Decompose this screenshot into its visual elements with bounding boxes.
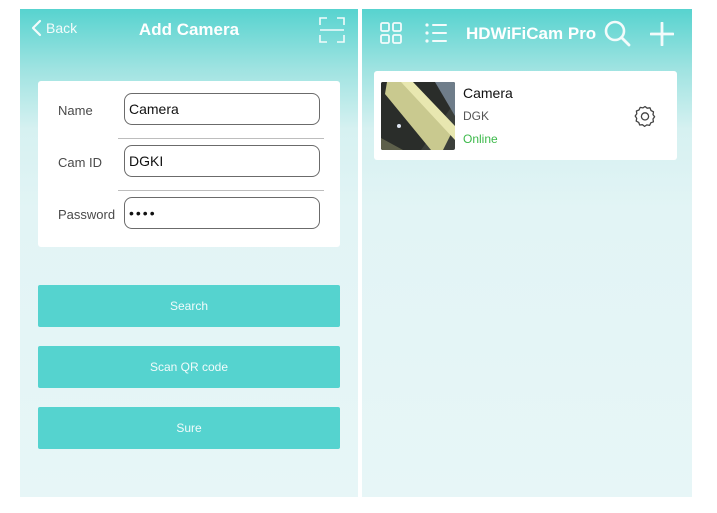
name-label: Name [58, 103, 93, 118]
add-camera-screen: Back Add Camera Name Camera Cam ID DGKI … [20, 9, 358, 497]
cam-id-field[interactable]: DGKI [124, 145, 320, 177]
search-button[interactable]: Search [38, 285, 340, 327]
scan-frame-icon[interactable] [318, 16, 346, 44]
settings-gear-icon[interactable] [633, 104, 657, 128]
password-field[interactable]: •••• [124, 197, 320, 229]
camera-thumbnail[interactable] [381, 82, 455, 150]
cam-id-label: Cam ID [58, 155, 103, 170]
camera-list-screen: HDWiFiCam Pro Camera DGK Online [362, 9, 692, 497]
name-row: Name Camera [38, 85, 340, 137]
camera-list-item[interactable]: Camera DGK Online [374, 71, 677, 160]
camera-name: Camera [463, 85, 513, 101]
grid-view-icon[interactable] [379, 21, 403, 45]
password-row: Password •••• [38, 189, 340, 241]
add-icon[interactable] [650, 22, 674, 46]
camera-status: Online [463, 132, 498, 146]
password-label: Password [58, 207, 116, 222]
search-icon[interactable] [603, 19, 631, 47]
camera-id: DGK [463, 109, 490, 123]
scan-qr-code-button[interactable]: Scan QR code [38, 346, 340, 388]
sure-button[interactable]: Sure [38, 407, 340, 449]
list-view-icon[interactable] [424, 21, 448, 45]
app-title: HDWiFiCam Pro [466, 24, 597, 43]
camera-form: Name Camera Cam ID DGKI Password •••• [38, 81, 340, 247]
page-title: Add Camera [138, 20, 240, 39]
cam-id-row: Cam ID DGKI [38, 137, 340, 189]
name-field[interactable]: Camera [124, 93, 320, 125]
